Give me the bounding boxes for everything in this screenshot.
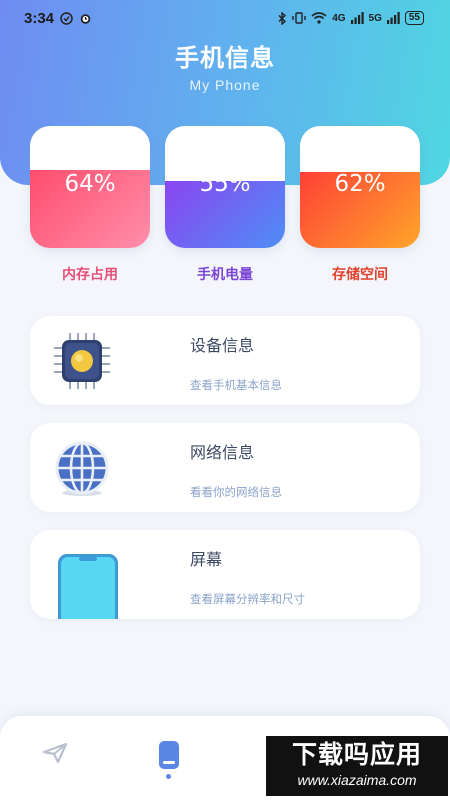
- status-bar: 3:34 4G 5G 55: [0, 0, 450, 36]
- gauge-battery[interactable]: 55% 手机电量: [165, 126, 285, 284]
- device-info-card[interactable]: 设备信息 查看手机基本信息: [30, 316, 420, 405]
- screen-info-card[interactable]: 屏幕 查看屏幕分辨率和尺寸: [30, 530, 420, 619]
- watermark: 下载吗应用 www.xiazaima.com: [266, 736, 448, 796]
- gauge-label: 手机电量: [197, 267, 253, 283]
- gauge-row: 64% 内存占用 55% 手机电量 62% 存储空间: [30, 126, 420, 284]
- gauge-label: 存储空间: [332, 267, 388, 283]
- network-info-card[interactable]: 网络信息 看看你的网络信息: [30, 423, 420, 512]
- network-type-label: 5G: [368, 12, 382, 24]
- gauge-value: 62%: [334, 171, 386, 197]
- card-title: 屏幕: [190, 550, 223, 569]
- gauge-value: 55%: [199, 171, 251, 197]
- card-title: 设备信息: [190, 336, 255, 355]
- bluetooth-icon: [278, 11, 287, 25]
- signal-icon: [386, 12, 400, 24]
- gauge-box: 55%: [165, 126, 285, 248]
- battery-indicator: 55: [404, 11, 424, 25]
- gauge-box: 62%: [300, 126, 420, 248]
- gauge-memory[interactable]: 64% 内存占用: [30, 126, 150, 284]
- card-title: 网络信息: [190, 443, 255, 462]
- chip-icon: [54, 333, 110, 389]
- card-subtitle: 看看你的网络信息: [190, 485, 282, 499]
- watermark-url: www.xiazaima.com: [297, 772, 417, 788]
- gauge-value: 64%: [64, 171, 116, 197]
- page-title: 手机信息: [175, 44, 275, 72]
- card-subtitle: 查看屏幕分辨率和尺寸: [190, 592, 305, 606]
- send-icon[interactable]: [42, 742, 68, 764]
- alarm-icon: [80, 13, 91, 24]
- page-subtitle: My Phone: [189, 77, 261, 93]
- watermark-title: 下载吗应用: [291, 740, 422, 769]
- network-type-label: 4G: [332, 12, 346, 24]
- vibrate-icon: [292, 12, 306, 24]
- gauge-storage[interactable]: 62% 存储空间: [300, 126, 420, 284]
- notification-icon: [60, 11, 73, 25]
- phone-screen-icon: [58, 554, 118, 619]
- phone-icon[interactable]: [158, 740, 180, 770]
- status-time: 3:34: [24, 9, 55, 27]
- active-tab-indicator: [166, 774, 171, 779]
- signal-icon: [350, 12, 364, 24]
- gauge-box: 64%: [30, 126, 150, 248]
- globe-icon: [55, 441, 109, 496]
- gauge-label: 内存占用: [62, 267, 118, 283]
- wifi-icon: [311, 12, 327, 24]
- card-subtitle: 查看手机基本信息: [190, 378, 282, 392]
